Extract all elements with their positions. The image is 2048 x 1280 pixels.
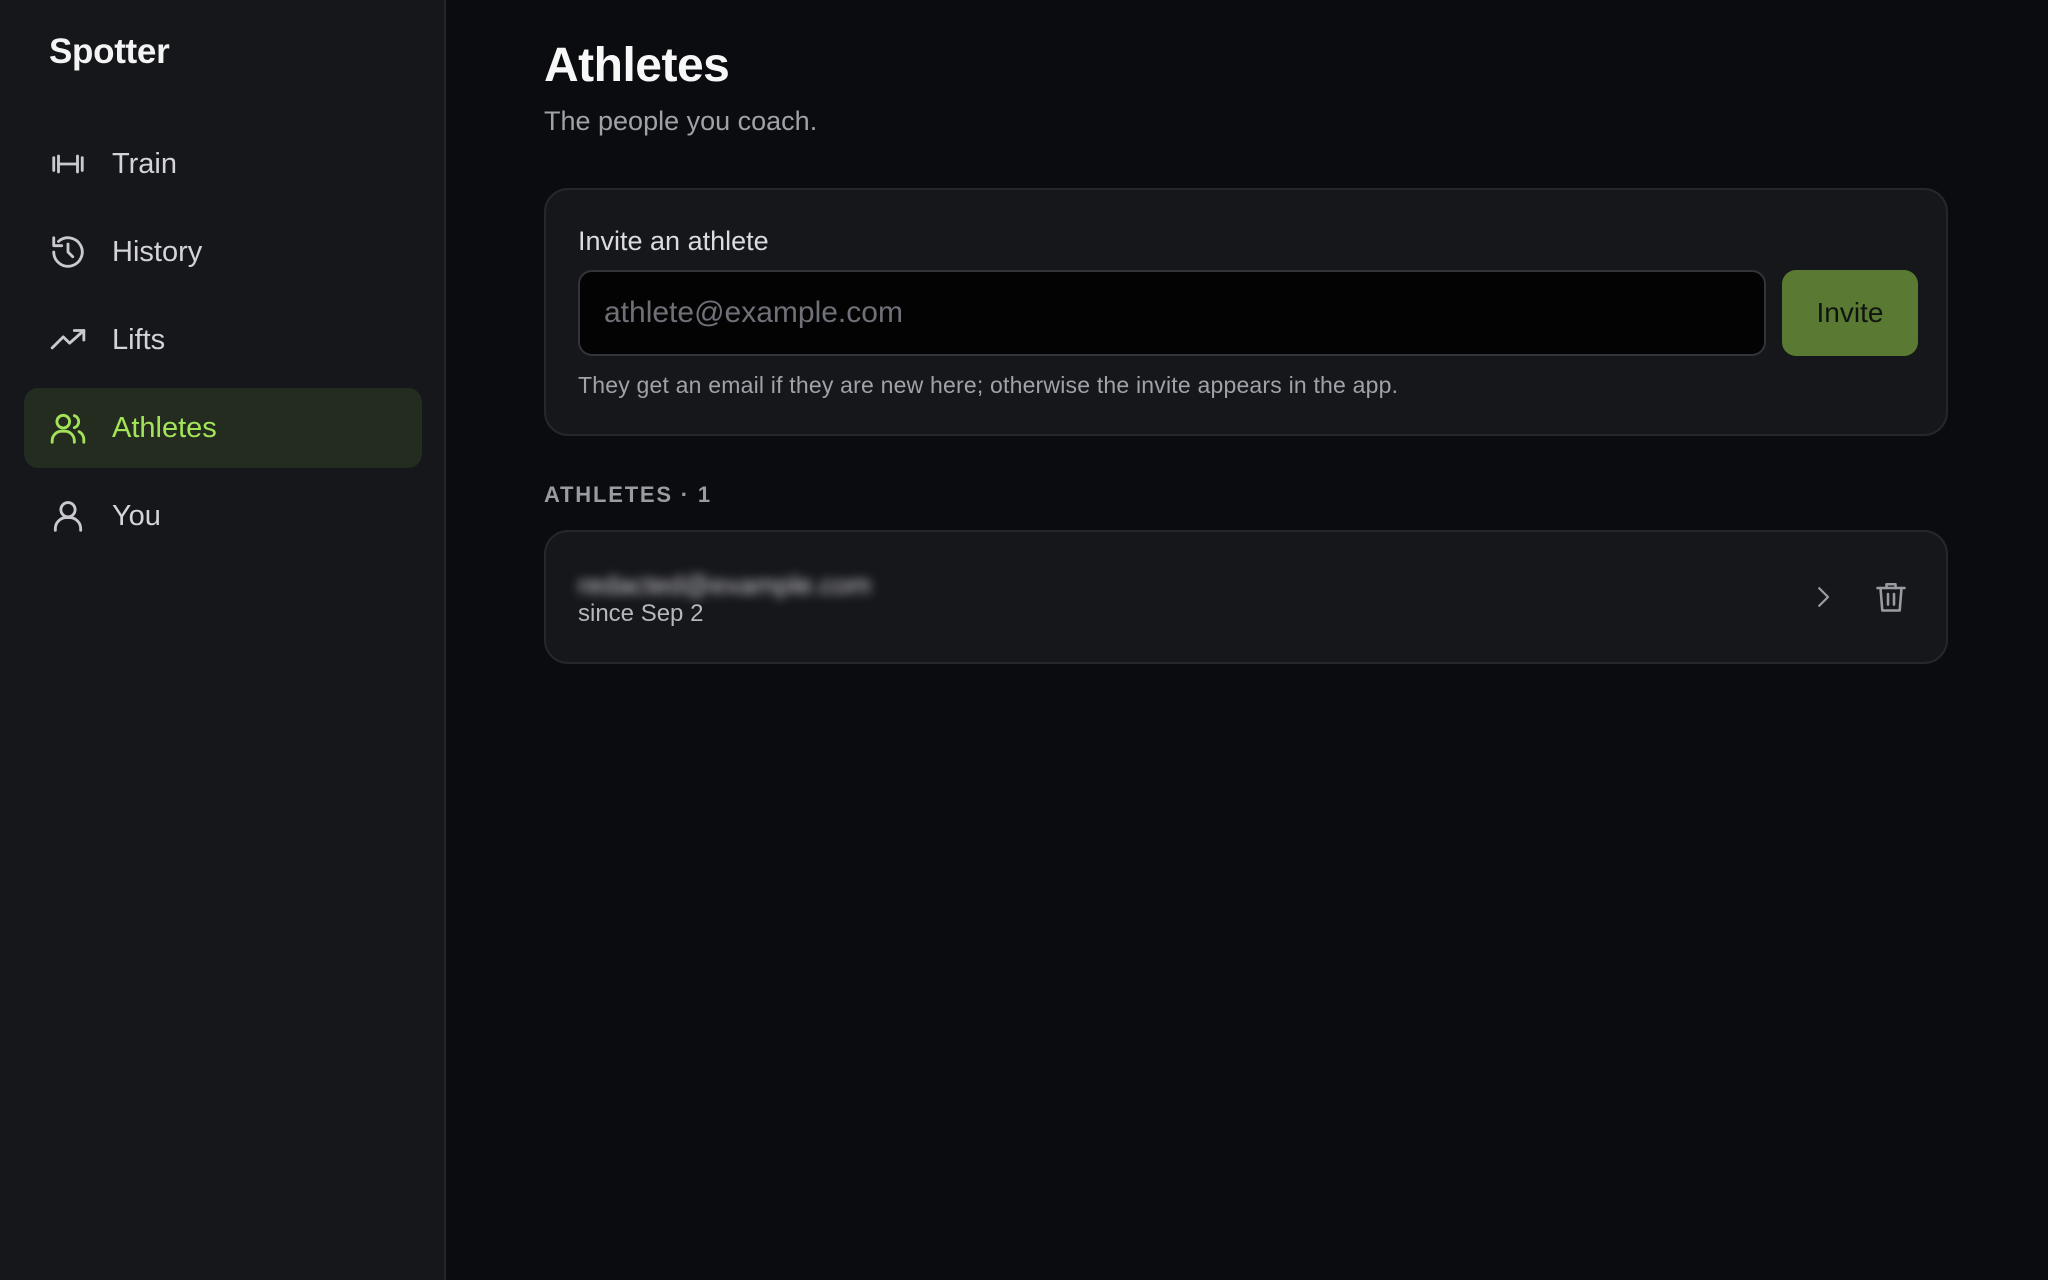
athletes-section-heading: ATHLETES · 1	[544, 482, 712, 507]
remove-athlete-button[interactable]	[1868, 574, 1914, 620]
sidebar-item-train[interactable]: Train	[24, 124, 422, 204]
invite-card: Invite an athlete Invite They get an ema…	[544, 188, 1948, 436]
sidebar-item-lifts[interactable]: Lifts	[24, 300, 422, 380]
page-title: Athletes	[544, 39, 730, 92]
chevron-right-icon	[1818, 587, 1830, 607]
list-item[interactable]: redacted@example.com since Sep 2	[544, 530, 1948, 664]
sidebar-item-athletes[interactable]: Athletes	[24, 388, 422, 468]
open-athlete-button[interactable]	[1800, 574, 1846, 620]
dumbbell-icon	[49, 145, 87, 183]
brand-logo[interactable]: Spotter	[49, 32, 170, 72]
sidebar-item-label: Lifts	[112, 323, 166, 356]
invite-label: Invite an athlete	[578, 226, 769, 256]
sidebar-item-history[interactable]: History	[24, 212, 422, 292]
sidebar-item-label: History	[112, 235, 203, 268]
main-content: Athletes The people you coach. Invite an…	[446, 0, 2048, 1280]
history-icon	[49, 233, 87, 271]
sidebar-item-you[interactable]: You	[24, 476, 422, 556]
invite-hint: They get an email if they are new here; …	[578, 372, 1399, 398]
page-subtitle: The people you coach.	[544, 106, 818, 136]
users-icon	[49, 409, 87, 447]
user-icon	[49, 497, 87, 535]
app-root: Spotter Train History Lifts Athletes You…	[0, 0, 2048, 1280]
invite-email-input[interactable]	[578, 270, 1766, 356]
invite-button[interactable]: Invite	[1782, 270, 1918, 356]
sidebar-item-label: Athletes	[112, 411, 217, 444]
sidebar-item-label: Train	[112, 147, 177, 180]
sidebar-nav: Train History Lifts Athletes You	[24, 124, 422, 564]
athlete-email: redacted@example.com	[578, 570, 872, 600]
sidebar-item-label: You	[112, 499, 161, 532]
trending-up-icon	[49, 321, 87, 359]
sidebar: Spotter Train History Lifts Athletes You	[0, 0, 446, 1280]
athlete-since: since Sep 2	[578, 600, 704, 627]
trash-icon	[1876, 582, 1906, 612]
